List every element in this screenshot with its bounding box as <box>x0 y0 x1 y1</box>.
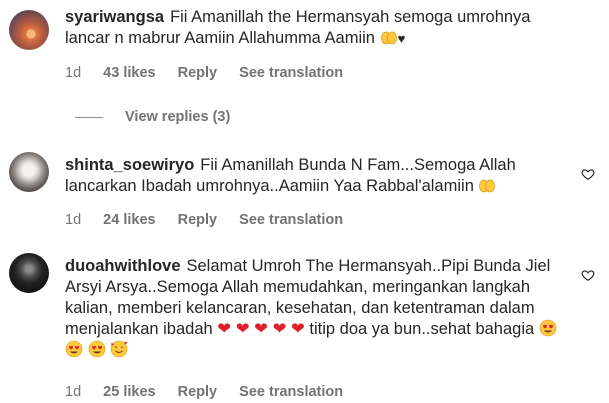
likes-count[interactable]: 25 likes <box>103 384 155 400</box>
comment-body: shinta_soewiryo Fii Amanillah Bunda N Fam… <box>65 155 571 197</box>
praying-hands-emoji <box>478 176 496 194</box>
avatar[interactable] <box>9 253 49 293</box>
username[interactable]: shinta_soewiryo <box>65 156 194 174</box>
reply-button[interactable]: Reply <box>178 384 218 400</box>
comment-age: 1d <box>65 384 82 400</box>
username[interactable]: syariwangsa <box>65 8 164 26</box>
reply-button[interactable]: Reply <box>178 212 218 228</box>
likes-count[interactable]: 43 likes <box>103 65 155 81</box>
reply-button[interactable]: Reply <box>178 65 218 81</box>
like-heart-outline-icon[interactable] <box>581 167 595 181</box>
avatar[interactable] <box>9 152 49 192</box>
black-heart-emoji: ♥ <box>397 31 406 46</box>
see-translation-link[interactable]: See translation <box>239 65 343 81</box>
smiling-hearts-emoji <box>110 340 128 358</box>
view-replies-label: View replies (3) <box>125 109 231 125</box>
comment-text-part-2: titip doa ya bun..sehat bahagia <box>309 320 535 338</box>
see-translation-link[interactable]: See translation <box>239 212 343 228</box>
comment-meta: 1d 24 likes Reply See translation <box>65 212 361 228</box>
comment-meta: 1d 25 likes Reply See translation <box>65 384 361 400</box>
comment-age: 1d <box>65 65 82 81</box>
red-heart-emoji: ❤ <box>217 320 232 338</box>
heart-eyes-emoji <box>88 340 106 358</box>
avatar[interactable] <box>9 10 49 50</box>
red-heart-emoji: ❤ <box>235 320 250 338</box>
view-replies-button[interactable]: View replies (3) <box>75 109 230 125</box>
praying-hands-emoji <box>380 28 398 46</box>
see-translation-link[interactable]: See translation <box>239 384 343 400</box>
comment-body: duoahwithlove Selamat Umroh The Hermansya… <box>65 256 571 361</box>
comment-age: 1d <box>65 212 82 228</box>
likes-count[interactable]: 24 likes <box>103 212 155 228</box>
red-heart-emoji: ❤ <box>254 320 268 338</box>
red-heart-emoji: ❤ <box>272 320 287 338</box>
comment-meta: 1d 43 likes Reply See translation <box>65 65 361 81</box>
red-heart-emoji: ❤ <box>290 320 305 338</box>
username[interactable]: duoahwithlove <box>65 257 181 275</box>
heart-eyes-emoji <box>539 319 557 337</box>
heart-eyes-emoji <box>65 340 83 358</box>
like-heart-outline-icon[interactable] <box>581 268 595 282</box>
comment-body: syariwangsa Fii Amanillah the Hermansyah … <box>65 7 571 49</box>
replies-divider <box>75 116 103 118</box>
